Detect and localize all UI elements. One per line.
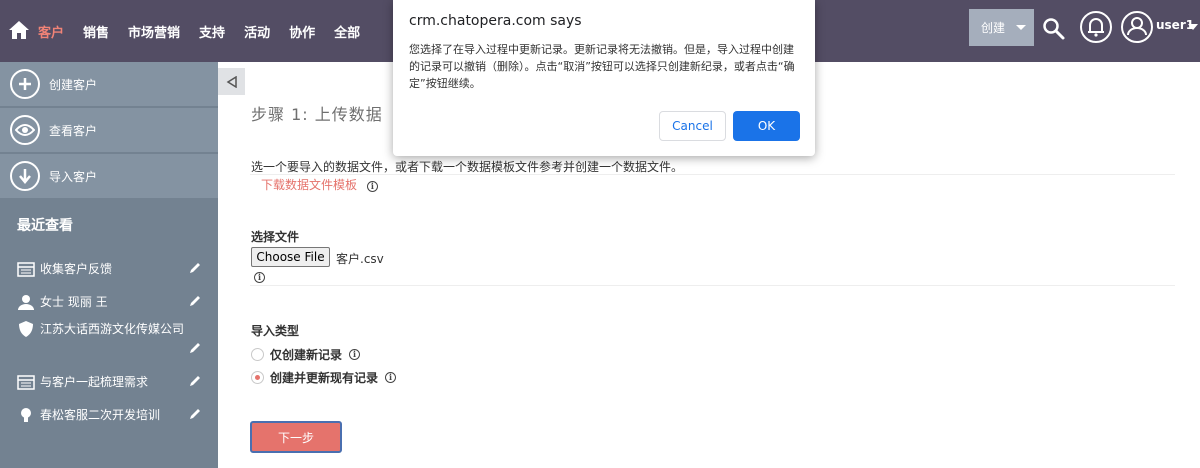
radio-create-and-update[interactable] xyxy=(251,371,264,384)
radio-label: 创建并更新现有记录 xyxy=(270,371,379,385)
main-nav: 客户 销售 市场营销 支持 活动 协作 全部 xyxy=(38,0,379,62)
import-type-label: 导入类型 xyxy=(251,324,300,338)
shield-icon xyxy=(19,321,33,337)
edit-pencil-icon[interactable] xyxy=(189,261,202,274)
sidebar: 创建客户 查看客户 导入客户 最近查看 收集客户反馈 女士 现丽 王 江苏大话西… xyxy=(0,62,218,468)
nav-all[interactable]: 全部 xyxy=(334,22,360,41)
import-option-create-only[interactable]: 仅创建新记录 i xyxy=(251,346,361,363)
info-icon[interactable]: i xyxy=(385,372,397,383)
sidebar-action-view-accounts[interactable]: 查看客户 xyxy=(0,108,218,152)
choose-file-button[interactable]: Choose File xyxy=(251,247,330,267)
calendar-icon xyxy=(17,375,35,390)
notification-bell-icon[interactable] xyxy=(1078,9,1114,45)
edit-pencil-icon[interactable] xyxy=(189,294,202,307)
edit-pencil-icon[interactable] xyxy=(189,407,202,420)
sidebar-action-label: 查看客户 xyxy=(49,123,98,138)
dialog-message: 您选择了在导入过程中更新记录。更新记录将无法撤销。但是，导入过程中创建的记录可以… xyxy=(409,43,795,90)
nav-sales[interactable]: 销售 xyxy=(83,22,109,41)
choose-file-label: 选择文件 xyxy=(251,230,300,244)
search-icon[interactable] xyxy=(1042,17,1066,41)
step-description: 选一个要导入的数据文件，或者下载一个数据模板文件参考并创建一个数据文件。 xyxy=(251,160,684,174)
caret-down-icon xyxy=(1016,25,1026,30)
triangle-left-icon xyxy=(226,75,237,88)
dialog-title: crm.chatopera.com says xyxy=(409,13,582,29)
eye-icon xyxy=(10,115,40,145)
recent-item-label: 女士 现丽 王 xyxy=(40,295,108,309)
info-icon[interactable]: i xyxy=(349,349,361,360)
info-icon[interactable]: i xyxy=(254,272,265,283)
info-icon[interactable]: i xyxy=(366,181,378,192)
dialog-cancel-button[interactable]: Cancel xyxy=(659,111,726,141)
sidebar-action-create-account[interactable]: 创建客户 xyxy=(0,62,218,106)
plus-circle-icon xyxy=(10,69,40,99)
recent-item[interactable]: 江苏大话西游文化传媒公司 xyxy=(17,321,207,353)
recent-item[interactable]: 女士 现丽 王 xyxy=(17,294,207,311)
dialog-ok-button[interactable]: OK xyxy=(733,111,800,141)
radio-label: 仅创建新记录 xyxy=(270,348,343,362)
user-avatar-icon[interactable] xyxy=(1119,9,1155,45)
sidebar-action-import-accounts[interactable]: 导入客户 xyxy=(0,154,218,198)
edit-pencil-icon[interactable] xyxy=(189,374,202,387)
nav-marketing[interactable]: 市场营销 xyxy=(128,22,180,41)
sidebar-action-label: 导入客户 xyxy=(49,169,98,184)
calendar-icon xyxy=(17,262,35,277)
step-title: 步骤 1: 上传数据 xyxy=(251,105,383,124)
lightbulb-icon xyxy=(21,408,31,422)
home-icon[interactable] xyxy=(8,19,30,41)
recent-item-label: 与客户一起梳理需求 xyxy=(40,375,149,389)
sidebar-action-label: 创建客户 xyxy=(49,77,98,92)
person-icon xyxy=(18,295,34,310)
recent-viewed-title: 最近查看 xyxy=(17,218,73,234)
selected-file-name: 客户.csv xyxy=(336,252,384,266)
nav-collaboration[interactable]: 协作 xyxy=(289,22,315,41)
edit-pencil-icon[interactable] xyxy=(189,341,202,354)
recent-item[interactable]: 收集客户反馈 xyxy=(17,261,207,278)
import-option-create-and-update[interactable]: 创建并更新现有记录 i xyxy=(251,369,397,386)
recent-item-label: 春松客服二次开发培训 xyxy=(40,408,161,422)
download-template-link-row: 下载数据文件模板 i xyxy=(261,176,378,193)
recent-item[interactable]: 与客户一起梳理需求 xyxy=(17,374,207,391)
download-template-link[interactable]: 下载数据文件模板 xyxy=(261,178,357,192)
recent-item-label: 收集客户反馈 xyxy=(40,262,113,276)
nav-accounts[interactable]: 客户 xyxy=(38,22,64,41)
nav-activities[interactable]: 活动 xyxy=(244,22,270,41)
radio-create-only[interactable] xyxy=(251,348,264,361)
next-step-button[interactable]: 下一步 xyxy=(250,421,342,453)
confirm-dialog: crm.chatopera.com says 您选择了在导入过程中更新记录。更新… xyxy=(393,0,815,156)
download-arrow-icon xyxy=(10,161,40,191)
divider xyxy=(250,285,1175,286)
recent-item[interactable]: 春松客服二次开发培训 xyxy=(17,407,207,424)
recent-item-label: 江苏大话西游文化传媒公司 xyxy=(40,322,185,336)
nav-support[interactable]: 支持 xyxy=(199,22,225,41)
collapse-sidebar-button[interactable] xyxy=(218,68,245,95)
create-dropdown-button[interactable]: 创建 xyxy=(969,9,1034,46)
create-label: 创建 xyxy=(981,21,1006,35)
user-caret-down-icon[interactable] xyxy=(1188,24,1198,30)
